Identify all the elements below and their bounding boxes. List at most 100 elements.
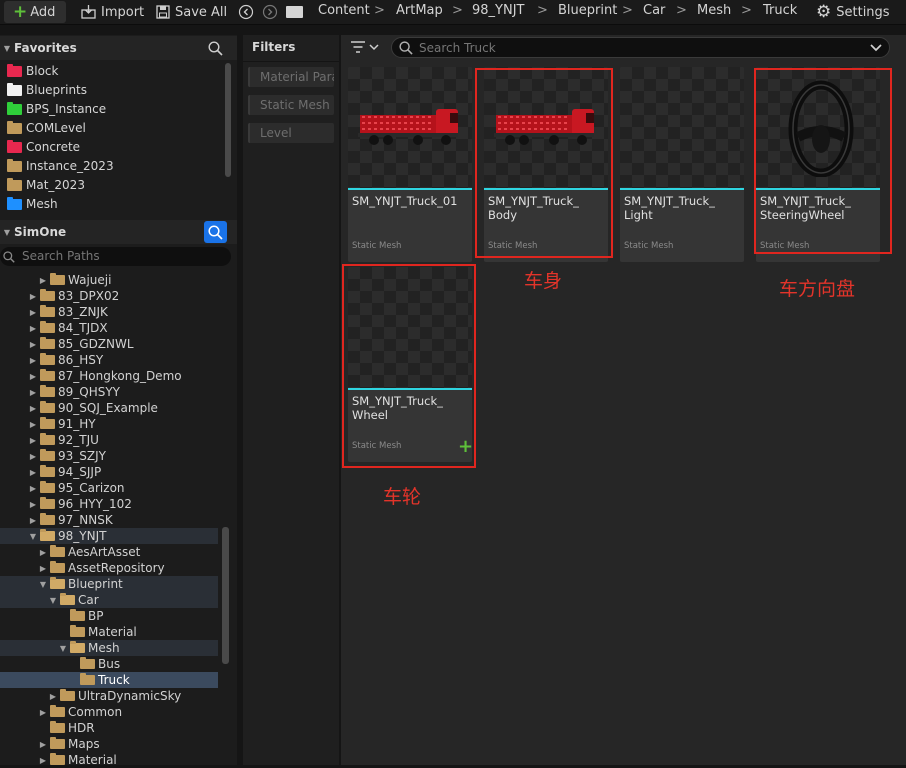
tree-item[interactable]: ▶ 93_SZJY: [0, 448, 218, 464]
favorite-item[interactable]: Concrete: [7, 138, 80, 156]
tree-scrollbar[interactable]: [222, 527, 229, 664]
search-icon: [399, 41, 413, 55]
tree-item[interactable]: ▶ 94_SJJP: [0, 464, 218, 480]
collapsed-triangle-icon[interactable]: ▶: [38, 740, 48, 749]
history-back-button[interactable]: [238, 1, 254, 23]
filter-chip[interactable]: Static Mesh: [248, 95, 334, 115]
favorite-item[interactable]: Blueprints: [7, 81, 87, 99]
collapsed-triangle-icon[interactable]: ▶: [38, 276, 48, 285]
collapsed-triangle-icon[interactable]: ▶: [38, 756, 48, 765]
collapsed-triangle-icon[interactable]: ▶: [38, 548, 48, 557]
collapsed-triangle-icon[interactable]: ▶: [28, 484, 38, 493]
asset-search-box[interactable]: [391, 37, 890, 58]
tree-item[interactable]: BP: [0, 608, 218, 624]
favorite-item[interactable]: Mesh: [7, 195, 58, 213]
favorite-item[interactable]: COMLevel: [7, 119, 86, 137]
breadcrumb-car[interactable]: Car: [643, 3, 665, 18]
tree-item[interactable]: Truck: [0, 672, 218, 688]
tree-item[interactable]: ▶ Material: [0, 752, 218, 768]
chevron-down-icon[interactable]: [870, 44, 882, 52]
collapsed-triangle-icon[interactable]: ▶: [28, 356, 38, 365]
collapsed-triangle-icon[interactable]: ▶: [48, 692, 58, 701]
collapsed-triangle-icon[interactable]: ▶: [28, 452, 38, 461]
collapsed-triangle-icon[interactable]: ▶: [28, 292, 38, 301]
folder-icon: [50, 705, 65, 717]
tree-item[interactable]: ▶ 84_TJDX: [0, 320, 218, 336]
tree-item[interactable]: ▶ UltraDynamicSky: [0, 688, 218, 704]
breadcrumb-98-ynjt[interactable]: 98_YNJT: [472, 3, 524, 18]
tree-item[interactable]: ▶ 97_NNSK: [0, 512, 218, 528]
breadcrumb-artmap[interactable]: ArtMap: [396, 3, 443, 18]
breadcrumb-truck[interactable]: Truck: [763, 3, 797, 18]
tree-item[interactable]: ▶ 90_SQJ_Example: [0, 400, 218, 416]
search-icon[interactable]: [208, 41, 223, 56]
favorite-item[interactable]: Block: [7, 62, 58, 80]
collapsed-triangle-icon[interactable]: ▶: [28, 468, 38, 477]
filter-chip[interactable]: Material Parameter Collection: [248, 67, 334, 87]
tree-item[interactable]: ▶ 83_ZNJK: [0, 304, 218, 320]
tree-item[interactable]: ▶ AesArtAsset: [0, 544, 218, 560]
expanded-triangle-icon[interactable]: ▼: [48, 596, 58, 605]
tree-item-label: 93_SZJY: [58, 449, 106, 463]
favorite-item[interactable]: Mat_2023: [7, 176, 85, 194]
path-search-input[interactable]: [22, 248, 222, 264]
tree-item[interactable]: ▶ 87_Hongkong_Demo: [0, 368, 218, 384]
project-header[interactable]: ▼ SimOne: [0, 220, 237, 244]
collapsed-triangle-icon[interactable]: ▶: [28, 436, 38, 445]
path-search-box[interactable]: [0, 247, 231, 266]
tree-item[interactable]: Material: [0, 624, 218, 640]
save-all-button[interactable]: Save All: [156, 1, 227, 23]
filter-menu-button[interactable]: [350, 40, 384, 56]
settings-button[interactable]: ⚙ Settings: [816, 1, 890, 23]
collapsed-triangle-icon[interactable]: ▶: [28, 308, 38, 317]
collapsed-triangle-icon[interactable]: ▶: [28, 500, 38, 509]
tree-item[interactable]: HDR: [0, 720, 218, 736]
tree-item[interactable]: ▶ 89_QHSYY: [0, 384, 218, 400]
favorite-item[interactable]: BPS_Instance: [7, 100, 106, 118]
collapsed-triangle-icon[interactable]: ▶: [28, 404, 38, 413]
favorite-item[interactable]: Instance_2023: [7, 157, 114, 175]
tree-item[interactable]: ▶ 91_HY: [0, 416, 218, 432]
tree-item[interactable]: ▼ Blueprint: [0, 576, 218, 592]
tree-item[interactable]: Bus: [0, 656, 218, 672]
tree-item[interactable]: ▶ 83_DPX02: [0, 288, 218, 304]
breadcrumb-mesh[interactable]: Mesh: [697, 3, 731, 18]
collapsed-triangle-icon[interactable]: ▶: [28, 340, 38, 349]
tree-item[interactable]: ▶ Maps: [0, 736, 218, 752]
tree-item[interactable]: ▶ 85_GDZNWL: [0, 336, 218, 352]
tree-item[interactable]: ▶ AssetRepository: [0, 560, 218, 576]
breadcrumb-blueprint[interactable]: Blueprint: [558, 3, 617, 18]
filter-chip[interactable]: Level: [248, 123, 334, 143]
expanded-triangle-icon[interactable]: ▼: [58, 644, 68, 653]
expanded-triangle-icon[interactable]: ▼: [28, 532, 38, 541]
import-button[interactable]: Import: [81, 1, 144, 23]
browse-folder-button[interactable]: [286, 1, 303, 23]
collapsed-triangle-icon[interactable]: ▶: [28, 388, 38, 397]
collapsed-triangle-icon[interactable]: ▶: [28, 516, 38, 525]
add-button[interactable]: + Add: [4, 1, 66, 23]
path-search-button[interactable]: [204, 221, 227, 243]
tree-item[interactable]: ▶ Wajueji: [0, 272, 218, 288]
asset-card[interactable]: SM_YNJT_Truck_ Light Static Mesh: [620, 67, 744, 262]
tree-item[interactable]: ▼ 98_YNJT: [0, 528, 218, 544]
favorites-scrollbar[interactable]: [225, 63, 231, 177]
tree-item[interactable]: ▶ 95_Carizon: [0, 480, 218, 496]
favorites-header[interactable]: ▼ Favorites: [0, 36, 237, 60]
history-forward-button[interactable]: [262, 1, 278, 23]
tree-item[interactable]: ▶ 86_HSY: [0, 352, 218, 368]
collapsed-triangle-icon[interactable]: ▶: [38, 708, 48, 717]
settings-label: Settings: [836, 4, 890, 20]
expanded-triangle-icon[interactable]: ▼: [38, 580, 48, 589]
collapsed-triangle-icon[interactable]: ▶: [28, 372, 38, 381]
collapsed-triangle-icon[interactable]: ▶: [28, 324, 38, 333]
asset-card[interactable]: SM_YNJT_Truck_01 Static Mesh: [348, 67, 472, 262]
collapsed-triangle-icon[interactable]: ▶: [38, 564, 48, 573]
asset-search-input[interactable]: [419, 39, 859, 56]
breadcrumb-content[interactable]: Content: [318, 3, 370, 18]
tree-item[interactable]: ▶ Common: [0, 704, 218, 720]
collapsed-triangle-icon[interactable]: ▶: [28, 420, 38, 429]
tree-item[interactable]: ▶ 96_HYY_102: [0, 496, 218, 512]
tree-item[interactable]: ▼ Car: [0, 592, 218, 608]
tree-item[interactable]: ▶ 92_TJU: [0, 432, 218, 448]
tree-item[interactable]: ▼ Mesh: [0, 640, 218, 656]
